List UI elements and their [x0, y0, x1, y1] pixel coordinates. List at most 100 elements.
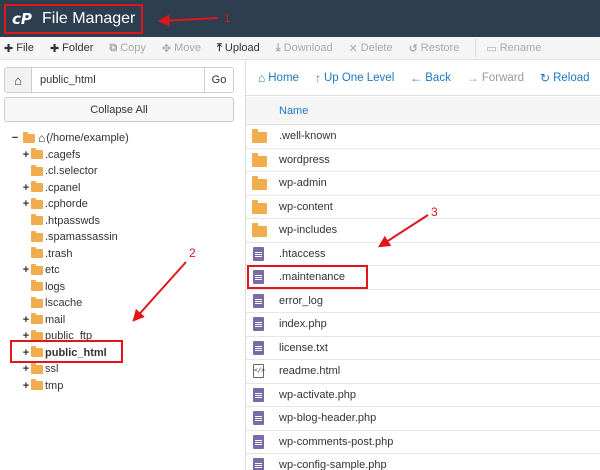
folder-icon — [252, 176, 267, 191]
file-name: wp-content — [279, 200, 333, 213]
tree-item-label: .trash — [45, 247, 73, 260]
delete-icon: ✕ — [348, 42, 358, 55]
file-row[interactable]: error_log — [246, 290, 600, 313]
document-icon — [252, 434, 266, 450]
tree-item[interactable]: lscache — [21, 295, 82, 311]
file-name: wp-admin — [279, 177, 327, 189]
folder-icon — [23, 131, 35, 143]
tree-item[interactable]: logs — [21, 279, 65, 295]
document-icon — [252, 411, 266, 426]
upload-icon: ⤒ — [217, 41, 222, 54]
tree-item[interactable]: .spamassassin — [21, 229, 118, 245]
tree-item[interactable]: + .cpanel — [21, 180, 80, 196]
tree-item-label: .cagefs — [45, 148, 81, 161]
folder-icon — [31, 214, 43, 225]
copy-button[interactable]: ⧉ Copy — [109, 42, 146, 55]
tree-item[interactable]: .htpasswds — [21, 213, 100, 229]
name-column-header[interactable]: Name — [279, 105, 308, 117]
file-row[interactable]: index.php — [246, 313, 600, 337]
tree-item[interactable]: + tmp — [21, 378, 63, 394]
file-row[interactable]: wp-admin — [246, 172, 600, 196]
expand-icon[interactable]: + — [21, 380, 31, 392]
tree-item[interactable]: + .cagefs — [21, 147, 80, 163]
up-one-level-button[interactable]: ↑ Up One Level — [315, 71, 394, 85]
folder-icon — [31, 280, 43, 291]
document-icon — [252, 293, 266, 309]
restore-icon: ↺ — [408, 42, 418, 55]
reload-icon: ↻ — [540, 70, 551, 85]
directory-tree-pane: ⌂ Go Collapse All −⌂(/home/example)+.cag… — [0, 60, 238, 470]
file-row[interactable]: .htaccess — [246, 243, 600, 266]
home-button[interactable]: ⌂ Home — [258, 71, 299, 85]
home-icon: ⌂ — [14, 72, 22, 88]
tree-item[interactable]: + etc — [21, 262, 60, 278]
upload-button[interactable]: ⤒ Upload — [217, 42, 260, 55]
home-icon: ⌂ — [38, 131, 46, 145]
move-button[interactable]: ✥ Move — [162, 42, 201, 55]
path-bar: ⌂ Go — [4, 67, 234, 93]
tree-item[interactable]: + .cphorde — [21, 196, 88, 212]
folder-icon — [31, 247, 43, 258]
folder-icon — [31, 362, 43, 374]
folder-icon — [252, 152, 267, 168]
collapse-icon[interactable]: − — [10, 132, 20, 144]
folder-icon — [31, 263, 43, 275]
collapse-all-button[interactable]: Collapse All — [4, 97, 234, 122]
download-button[interactable]: ⤓ Download — [276, 42, 333, 55]
file-row[interactable]: wp-blog-header.php — [246, 407, 600, 431]
document-icon — [252, 458, 266, 470]
file-row[interactable]: license.txt — [246, 337, 600, 360]
expand-icon[interactable]: + — [21, 264, 31, 276]
path-input[interactable] — [32, 67, 204, 93]
file-row[interactable]: wp-includes — [246, 219, 600, 243]
file-row[interactable]: wp-comments-post.php — [246, 431, 600, 454]
expand-icon[interactable]: + — [21, 149, 31, 161]
file-name: wp-config-sample.php — [279, 459, 387, 470]
expand-icon[interactable]: + — [21, 363, 31, 375]
file-row[interactable]: wp-content — [246, 196, 600, 219]
home-path-button[interactable]: ⌂ — [4, 67, 32, 93]
expand-icon[interactable]: + — [21, 314, 31, 326]
delete-button[interactable]: ✕ Delete — [349, 42, 393, 55]
expand-icon[interactable]: + — [21, 182, 31, 194]
folder-icon — [252, 223, 267, 238]
file-row[interactable]: wp-config-sample.php — [246, 454, 600, 470]
rename-button[interactable]: ▭ Rename — [486, 42, 541, 55]
file-row[interactable]: wordpress — [246, 149, 600, 172]
tree-item[interactable]: + mail — [21, 312, 65, 328]
file-name: wp-includes — [279, 224, 338, 236]
copy-icon: ⧉ — [109, 41, 118, 54]
file-name: wordpress — [279, 153, 330, 166]
new-file-button[interactable]: ✚ File — [4, 42, 34, 55]
file-row[interactable]: </> readme.html — [246, 360, 600, 384]
annotation-box-3 — [247, 265, 368, 289]
tree-item[interactable]: .trash — [21, 246, 73, 262]
tree-item[interactable]: − ⌂ (/home/example) — [10, 130, 129, 146]
file-name: wp-blog-header.php — [279, 412, 377, 424]
tree-item-label: tmp — [45, 379, 64, 392]
column-header: Name — [246, 97, 600, 125]
file-name: license.txt — [279, 341, 328, 354]
forward-button[interactable]: → Forward — [467, 71, 524, 85]
folder-icon — [252, 199, 267, 215]
go-button[interactable]: Go — [204, 67, 234, 93]
tree-item[interactable]: .cl.selector — [21, 163, 98, 179]
folder-icon — [31, 181, 43, 192]
back-button[interactable]: ← Back — [410, 71, 451, 85]
tree-item-label: lscache — [45, 297, 83, 309]
tree-item-label: .cpanel — [45, 181, 81, 194]
file-name: error_log — [279, 294, 324, 307]
document-icon — [252, 317, 266, 332]
tree-item-label: ssl — [45, 363, 59, 375]
annotation-number-1: 1 — [224, 11, 231, 25]
tree-item[interactable]: + ssl — [21, 361, 58, 377]
restore-button[interactable]: ↺ Restore — [409, 42, 460, 55]
move-icon: ✥ — [161, 42, 172, 55]
code-file-icon: </> — [252, 364, 266, 379]
new-folder-button[interactable]: ✚ Folder — [50, 42, 93, 55]
file-row[interactable]: wp-activate.php — [246, 384, 600, 407]
reload-button[interactable]: ↻ Reload — [540, 71, 590, 85]
expand-icon[interactable]: + — [21, 198, 31, 210]
file-row[interactable]: .well-known — [246, 125, 600, 149]
navigation-bar: ⌂ Home ↑ Up One Level ← Back → Forward ↻ Relo… — [246, 60, 600, 96]
